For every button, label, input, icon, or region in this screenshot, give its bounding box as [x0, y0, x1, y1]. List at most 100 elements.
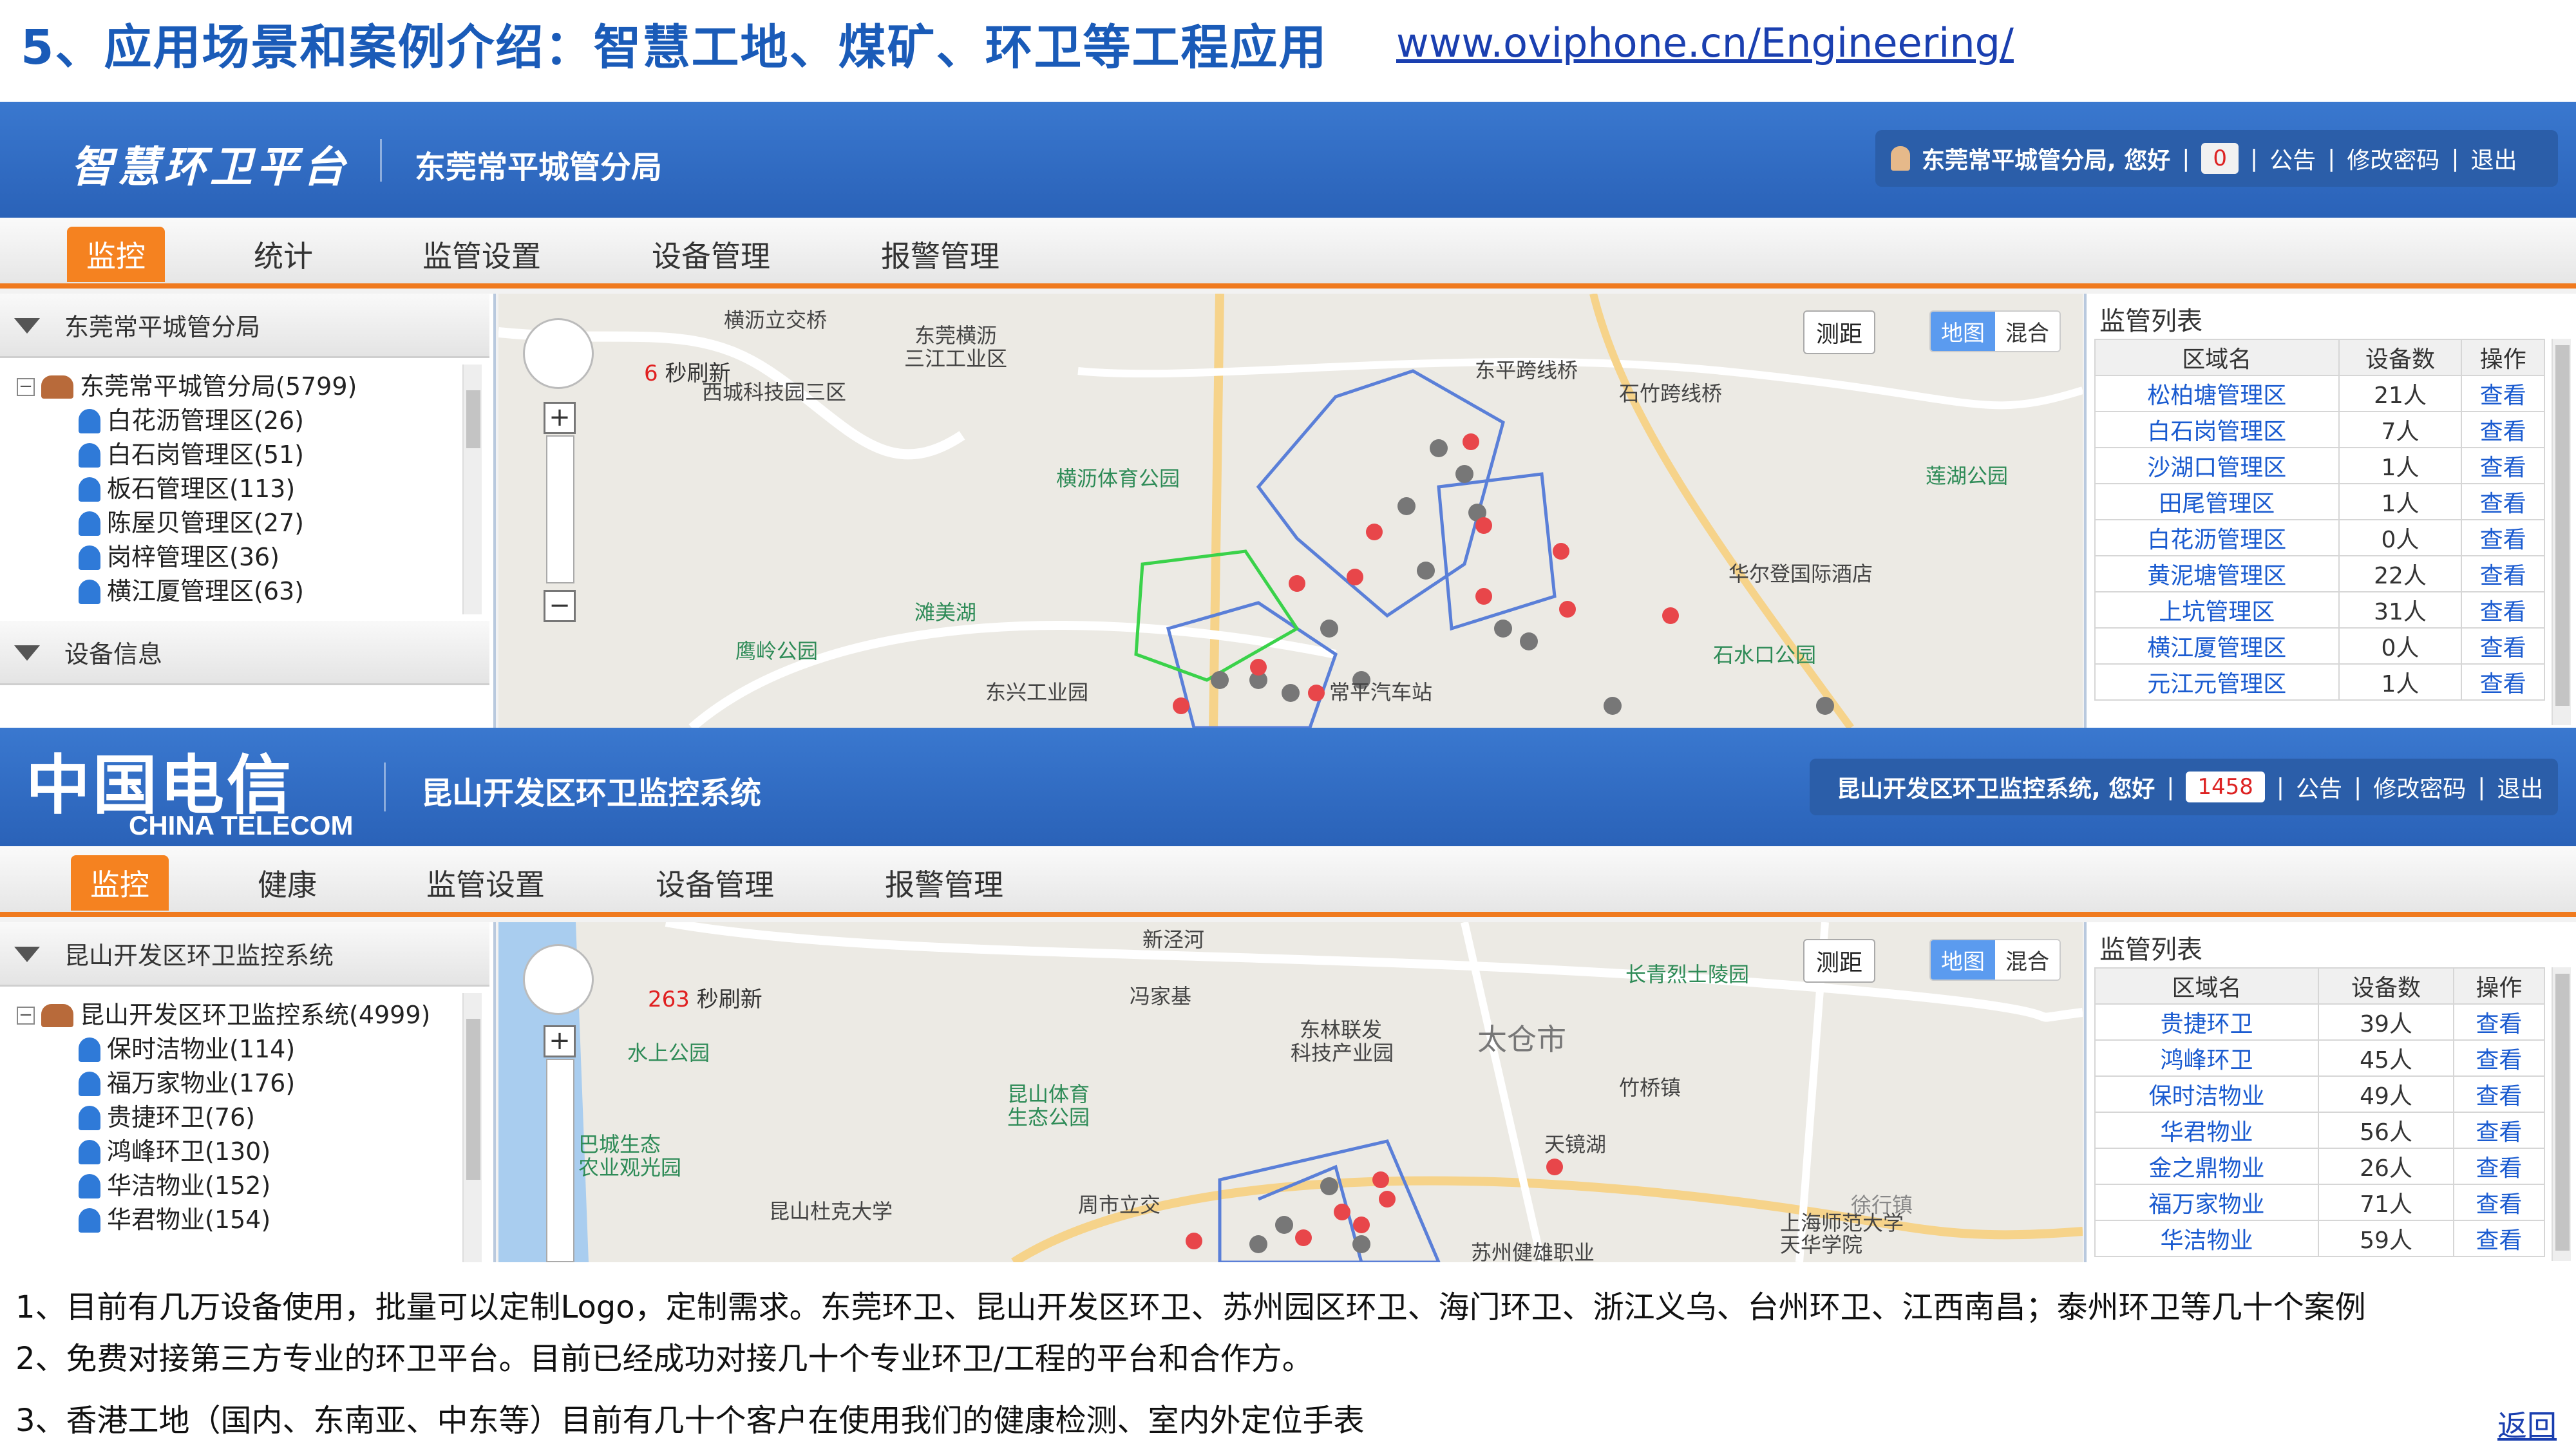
zoom-out-button[interactable]: −: [544, 590, 576, 622]
region-name-link[interactable]: 白花沥管理区: [2094, 519, 2340, 556]
tab-health[interactable]: 健康: [258, 862, 317, 904]
tree-item[interactable]: 白花沥管理区(26): [17, 404, 357, 438]
notice-link[interactable]: 公告: [2269, 142, 2316, 175]
bottom-map[interactable]: + 263 秒刷新 测距 地图 混合 新泾河 长青烈士陵园 冯家基 东林联发 科…: [498, 922, 2083, 1262]
notice-link[interactable]: 公告: [2296, 770, 2342, 804]
list-scrollbar[interactable]: [2552, 339, 2571, 725]
region-name-link[interactable]: 黄泥塘管理区: [2094, 555, 2340, 592]
region-name-link[interactable]: 金之鼎物业: [2094, 1148, 2320, 1185]
list-scrollbar[interactable]: [2552, 967, 2571, 1261]
view-link[interactable]: 查看: [2461, 591, 2545, 629]
tree-header[interactable]: 东莞常平城管分局: [0, 294, 489, 358]
region-name-link[interactable]: 华洁物业: [2094, 1220, 2320, 1257]
view-link[interactable]: 查看: [2461, 555, 2545, 592]
region-name-link[interactable]: 上坑管理区: [2094, 591, 2340, 629]
view-link[interactable]: 查看: [2452, 1148, 2546, 1185]
tab-alarm-management[interactable]: 报警管理: [885, 862, 1003, 904]
region-name-link[interactable]: 贵捷环卫: [2094, 1003, 2320, 1041]
view-link[interactable]: 查看: [2452, 1039, 2546, 1077]
tab-statistics[interactable]: 统计: [254, 233, 313, 276]
map-mode-button[interactable]: 地图: [1931, 940, 1995, 980]
zoom-in-button[interactable]: +: [544, 1025, 576, 1057]
region-name-link[interactable]: 保时洁物业: [2094, 1075, 2320, 1113]
tab-supervision-settings[interactable]: 监管设置: [422, 233, 541, 276]
region-name-link[interactable]: 华君物业: [2094, 1112, 2320, 1149]
refresh-seconds: 6: [644, 361, 658, 386]
tree-item[interactable]: 陈屋贝管理区(27): [17, 506, 357, 540]
collapse-icon[interactable]: −: [17, 377, 35, 396]
change-password-link[interactable]: 修改密码: [2373, 770, 2466, 804]
view-link[interactable]: 查看: [2461, 483, 2545, 520]
device-info-header[interactable]: 设备信息: [0, 621, 489, 685]
map-type-toggle[interactable]: 地图 混合: [1929, 939, 2061, 981]
collapse-arrow-icon[interactable]: [14, 318, 40, 334]
tree-item[interactable]: 板石管理区(113): [17, 472, 357, 506]
tab-supervision-settings[interactable]: 监管设置: [426, 862, 545, 904]
table-row: 横江厦管理区 0人 查看: [2094, 627, 2545, 665]
collapse-icon[interactable]: −: [17, 1006, 35, 1025]
tab-device-management[interactable]: 设备管理: [652, 233, 770, 276]
hybrid-mode-button[interactable]: 混合: [1995, 940, 2060, 980]
tree-item[interactable]: 保时洁物业(114): [17, 1032, 430, 1066]
bottom-logo-en: CHINA TELECOM: [129, 810, 354, 840]
hybrid-mode-button[interactable]: 混合: [1995, 312, 2060, 351]
measure-button[interactable]: 测距: [1803, 939, 1876, 983]
tab-device-management[interactable]: 设备管理: [656, 862, 774, 904]
region-name-link[interactable]: 福万家物业: [2094, 1184, 2320, 1221]
view-link[interactable]: 查看: [2461, 663, 2545, 701]
region-name-link[interactable]: 松柏塘管理区: [2094, 375, 2340, 412]
device-count: 1人: [2338, 483, 2463, 520]
tab-monitor[interactable]: 监控: [67, 227, 165, 282]
region-name-link[interactable]: 元江元管理区: [2094, 663, 2340, 701]
collapse-arrow-icon[interactable]: [14, 645, 40, 661]
measure-button[interactable]: 测距: [1803, 310, 1876, 354]
alert-count-badge[interactable]: 0: [2201, 143, 2239, 174]
view-link[interactable]: 查看: [2461, 519, 2545, 556]
engineering-link[interactable]: www.oviphone.cn/Engineering/: [1396, 19, 2014, 66]
tree-item[interactable]: 福万家物业(176): [17, 1066, 430, 1101]
zoom-slider[interactable]: [546, 435, 574, 583]
tree-scrollbar[interactable]: [462, 365, 482, 614]
region-name-link[interactable]: 沙湖口管理区: [2094, 447, 2340, 484]
logout-link[interactable]: 退出: [2470, 142, 2517, 175]
view-link[interactable]: 查看: [2461, 447, 2545, 484]
tab-monitor[interactable]: 监控: [71, 855, 169, 911]
region-name-link[interactable]: 白石岗管理区: [2094, 411, 2340, 448]
view-link[interactable]: 查看: [2452, 1220, 2546, 1257]
pan-control[interactable]: [523, 944, 594, 1015]
tree-item[interactable]: 横江厦管理区(63): [17, 574, 357, 609]
zoom-in-button[interactable]: +: [544, 402, 576, 434]
collapse-arrow-icon[interactable]: [14, 947, 40, 962]
tab-alarm-management[interactable]: 报警管理: [881, 233, 999, 276]
tree-header[interactable]: 昆山开发区环卫监控系统: [0, 922, 489, 987]
view-link[interactable]: 查看: [2461, 627, 2545, 665]
view-link[interactable]: 查看: [2452, 1075, 2546, 1113]
map-type-toggle[interactable]: 地图 混合: [1929, 310, 2061, 352]
top-map[interactable]: + − 6 秒刷新 测距 地图 混合 横沥立交桥 东莞横沥 三江工业区 西城科技…: [498, 294, 2083, 728]
region-name-link[interactable]: 鸿峰环卫: [2094, 1039, 2320, 1077]
region-name-link[interactable]: 田尾管理区: [2094, 483, 2340, 520]
tree-item[interactable]: 白石岗管理区(51): [17, 438, 357, 472]
tree-item[interactable]: 岗梓管理区(36): [17, 540, 357, 574]
view-link[interactable]: 查看: [2452, 1112, 2546, 1149]
view-link[interactable]: 查看: [2452, 1184, 2546, 1221]
change-password-link[interactable]: 修改密码: [2347, 142, 2439, 175]
tree-item[interactable]: 贵捷环卫(76): [17, 1101, 430, 1135]
map-mode-button[interactable]: 地图: [1931, 312, 1995, 351]
back-link[interactable]: 返回: [2497, 1403, 2557, 1445]
zoom-slider[interactable]: [546, 1059, 574, 1262]
tree-item[interactable]: 华洁物业(152): [17, 1169, 430, 1203]
tree-scrollbar[interactable]: [462, 993, 482, 1262]
alert-count-badge[interactable]: 1458: [2186, 772, 2265, 802]
view-link[interactable]: 查看: [2452, 1003, 2546, 1041]
pan-control[interactable]: [523, 318, 594, 389]
tree-item[interactable]: 华君物业(154): [17, 1203, 430, 1237]
logout-link[interactable]: 退出: [2497, 770, 2543, 804]
tree-root[interactable]: − 昆山开发区环卫监控系统(4999): [17, 998, 430, 1032]
tree-item[interactable]: 鸿峰环卫(130): [17, 1135, 430, 1169]
view-link[interactable]: 查看: [2461, 375, 2545, 412]
tree-root[interactable]: − 东莞常平城管分局(5799): [17, 370, 357, 404]
view-link[interactable]: 查看: [2461, 411, 2545, 448]
org-tree: − 东莞常平城管分局(5799) 白花沥管理区(26) 白石岗管理区(51) 板…: [17, 370, 357, 609]
region-name-link[interactable]: 横江厦管理区: [2094, 627, 2340, 665]
